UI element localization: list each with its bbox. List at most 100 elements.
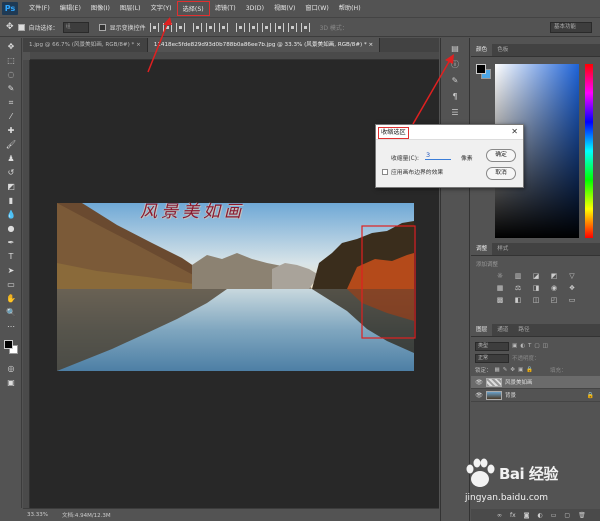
align-center-icon[interactable] — [205, 22, 215, 32]
close-icon[interactable]: ✕ — [511, 127, 518, 137]
more-tools-icon[interactable]: ⋯ — [4, 321, 18, 332]
filter-shape-icon[interactable]: ▢ — [534, 343, 539, 349]
type-tool-icon[interactable]: T — [4, 251, 18, 262]
lock-pixels-icon[interactable]: ▦ — [495, 367, 500, 373]
distribute-middle-icon[interactable] — [248, 22, 258, 32]
menu-window[interactable]: 窗口(W) — [300, 1, 333, 16]
adjustments-panel-icon[interactable]: ☰ — [449, 108, 461, 118]
tab-styles[interactable]: 样式 — [492, 243, 513, 255]
menu-file[interactable]: 文件(F) — [24, 1, 55, 16]
lock-artboard-icon[interactable]: ▣ — [518, 367, 523, 373]
lock-paint-icon[interactable]: ✎ — [503, 367, 508, 373]
hand-tool-icon[interactable]: ✋ — [4, 293, 18, 304]
menu-edit[interactable]: 编辑(E) — [55, 1, 86, 16]
menu-type[interactable]: 文字(Y) — [146, 1, 177, 16]
paragraph-panel-icon[interactable]: ¶ — [449, 92, 461, 102]
layer-row-text[interactable]: 👁 风景美如画 — [471, 376, 600, 389]
exposure-icon[interactable]: ◩ — [549, 272, 559, 281]
tab-adjustments[interactable]: 调整 — [471, 243, 493, 255]
menu-select[interactable]: 选择(S) — [176, 1, 210, 16]
dialog-titlebar[interactable]: 收缩选区 ✕ — [376, 125, 523, 140]
curves-icon[interactable]: ◪ — [531, 272, 541, 281]
menu-image[interactable]: 图像(I) — [86, 1, 115, 16]
shape-tool-icon[interactable]: ▭ — [4, 279, 18, 290]
hue-saturation-icon[interactable]: ▦ — [495, 284, 505, 293]
auto-select-dropdown[interactable]: 组 — [62, 21, 89, 33]
zoom-tool-icon[interactable]: 🔍 — [4, 307, 18, 318]
filter-pixel-icon[interactable]: ▣ — [512, 343, 517, 349]
show-transform-checkbox[interactable] — [98, 23, 106, 31]
clone-stamp-tool-icon[interactable]: ♟ — [4, 153, 18, 164]
properties-panel-icon[interactable]: ⓘ — [449, 60, 461, 70]
ok-button[interactable]: 确定 — [486, 149, 516, 162]
lock-position-icon[interactable]: ✥ — [510, 367, 515, 373]
photo-filter-icon[interactable]: ◉ — [549, 284, 559, 293]
blend-mode-dropdown[interactable]: 正常 — [475, 353, 509, 363]
zoom-level[interactable]: 33.33% — [27, 512, 48, 518]
canvas-edge-checkbox[interactable] — [382, 168, 388, 175]
pen-tool-icon[interactable]: ✒ — [4, 237, 18, 248]
gradient-tool-icon[interactable]: ▮ — [4, 195, 18, 206]
auto-select-checkbox[interactable] — [17, 23, 25, 31]
distribute-center-icon[interactable] — [287, 22, 297, 32]
vibrance-icon[interactable]: ▽ — [567, 272, 577, 281]
color-swatches[interactable] — [0, 338, 22, 360]
quick-mask-icon[interactable]: ◎ — [4, 363, 18, 374]
screen-mode-icon[interactable]: ▣ — [4, 377, 18, 388]
eyedropper-tool-icon[interactable]: ⁄ — [4, 111, 18, 122]
landscape-image[interactable] — [57, 203, 414, 371]
brush-tool-icon[interactable]: 🖌 — [4, 139, 18, 150]
history-panel-icon[interactable]: ▤ — [449, 44, 461, 54]
levels-icon[interactable]: ▥ — [513, 272, 523, 281]
tab-paths[interactable]: 路径 — [513, 324, 534, 336]
brush-panel-icon[interactable]: ✎ — [449, 76, 461, 86]
eye-icon[interactable]: 👁 — [475, 379, 483, 386]
tab-document-2[interactable]: 11418ec5fde829d93d0b788b0a86ee7b.jpg @ 3… — [147, 38, 381, 52]
tab-color[interactable]: 颜色 — [471, 44, 493, 56]
move-tool-icon[interactable]: ✥ — [4, 41, 18, 52]
healing-brush-tool-icon[interactable]: ✚ — [4, 125, 18, 136]
hue-slider[interactable] — [585, 64, 593, 238]
move-tool-icon[interactable]: ✥ — [6, 22, 14, 32]
menu-help[interactable]: 帮助(H) — [334, 1, 366, 16]
tab-document-1[interactable]: 1.jpg @ 66.7% (风景美如画, RGB/8#) * × — [23, 38, 148, 52]
crop-tool-icon[interactable]: ⌗ — [4, 97, 18, 108]
eraser-tool-icon[interactable]: ◩ — [4, 181, 18, 192]
color-lookup-icon[interactable]: ▩ — [495, 296, 505, 305]
dodge-tool-icon[interactable]: ● — [4, 223, 18, 234]
foreground-color-swatch[interactable] — [4, 340, 13, 349]
layer-kind-filter[interactable]: 类型 — [475, 341, 509, 351]
tab-channels[interactable]: 通道 — [492, 324, 513, 336]
filter-smart-icon[interactable]: ◫ — [543, 343, 548, 349]
menu-layer[interactable]: 图层(L) — [115, 1, 146, 16]
menu-view[interactable]: 视图(V) — [269, 1, 300, 16]
lock-all-icon[interactable]: 🔒 — [526, 367, 533, 373]
distribute-bottom-icon[interactable] — [261, 22, 271, 32]
layer-name[interactable]: 背景 — [505, 391, 516, 399]
brightness-icon[interactable]: ☼ — [495, 272, 505, 281]
eye-icon[interactable]: 👁 — [475, 392, 483, 399]
menu-3d[interactable]: 3D(D) — [241, 1, 269, 16]
marquee-tool-icon[interactable]: ⬚ — [4, 55, 18, 66]
history-brush-tool-icon[interactable]: ↺ — [4, 167, 18, 178]
quick-select-tool-icon[interactable]: ✎ — [4, 83, 18, 94]
align-middle-icon[interactable] — [162, 22, 172, 32]
align-bottom-icon[interactable] — [175, 22, 185, 32]
filter-adjust-icon[interactable]: ◐ — [520, 343, 525, 349]
tab-swatches[interactable]: 色板 — [492, 44, 513, 56]
layer-name[interactable]: 风景美如画 — [505, 378, 533, 386]
filter-type-icon[interactable]: T — [528, 343, 531, 349]
workspace-dropdown[interactable]: 基本功能 — [550, 22, 592, 33]
color-balance-icon[interactable]: ⚖ — [513, 284, 523, 293]
blur-tool-icon[interactable]: 💧 — [4, 209, 18, 220]
channel-mixer-icon[interactable]: ❖ — [567, 284, 577, 293]
menu-filter[interactable]: 滤镜(T) — [210, 1, 241, 16]
path-select-tool-icon[interactable]: ➤ — [4, 265, 18, 276]
align-right-icon[interactable] — [218, 22, 228, 32]
lasso-tool-icon[interactable]: ◌ — [4, 69, 18, 80]
threshold-icon[interactable]: ◰ — [549, 296, 559, 305]
layer-row-background[interactable]: 👁 背景 🔒 — [471, 389, 600, 402]
cancel-button[interactable]: 取消 — [486, 167, 516, 180]
align-left-icon[interactable] — [192, 22, 202, 32]
distribute-left-icon[interactable] — [274, 22, 284, 32]
